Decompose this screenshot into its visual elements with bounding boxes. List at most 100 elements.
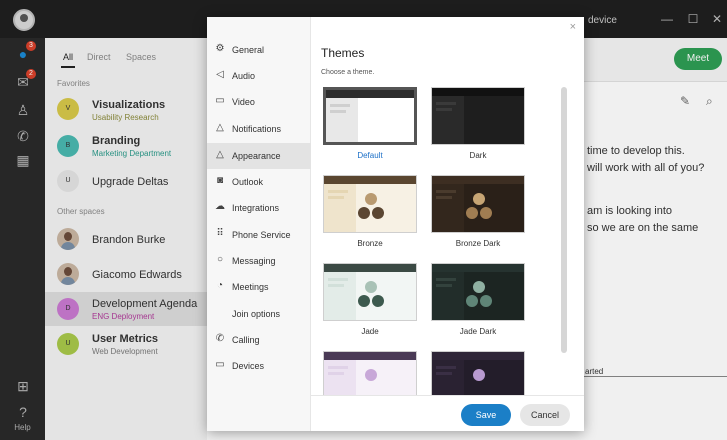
settings-nav-label: General <box>232 45 265 55</box>
thumbnail-line <box>436 278 456 281</box>
settings-nav-item-meetings[interactable]: ◔ Meetings <box>207 274 311 300</box>
thumbnail-line <box>328 372 344 375</box>
settings-nav-item-audio[interactable]: ◁ Audio <box>207 63 311 89</box>
settings-nav-item-messaging[interactable]: ○ Messaging <box>207 248 311 274</box>
theme-thumbnail <box>323 175 417 233</box>
theme-swatch <box>463 191 495 221</box>
theme-thumbnail <box>431 175 525 233</box>
close-icon[interactable]: × <box>570 21 576 33</box>
settings-nav-label: Meetings <box>232 282 269 292</box>
speaker-icon: ◁ <box>216 69 224 80</box>
thumbnail-header <box>324 176 416 184</box>
theme-option-jade[interactable]: Jade <box>323 263 417 336</box>
theme-label: Bronze Dark <box>455 239 501 248</box>
settings-nav-item-phone-service[interactable]: ⠿ Phone Service <box>207 222 311 248</box>
settings-nav-item-appearance[interactable]: △ Appearance <box>207 143 311 169</box>
thumbnail-line <box>436 102 456 105</box>
theme-swatch <box>463 279 495 309</box>
settings-nav-label: Phone Service <box>232 230 291 240</box>
settings-nav-label: Join options <box>232 309 281 319</box>
theme-thumbnail <box>431 263 525 321</box>
theme-swatch <box>355 367 387 395</box>
settings-nav-item-join-options[interactable]: Join options <box>207 301 311 327</box>
thumbnail-header <box>432 264 524 272</box>
theme-thumbnail <box>323 351 417 395</box>
theme-thumbnail <box>431 351 525 395</box>
settings-nav-label: Notifications <box>232 124 282 134</box>
theme-thumbnail <box>323 263 417 321</box>
thumbnail-line <box>328 196 344 199</box>
settings-nav-label: Calling <box>232 335 260 345</box>
devices-icon: ▭ <box>215 359 225 370</box>
thumbnail-line <box>436 372 452 375</box>
cancel-button[interactable]: Cancel <box>520 404 570 426</box>
theme-label: Jade Dark <box>459 327 497 336</box>
theme-option-bronze[interactable]: Bronze <box>323 175 417 248</box>
thumbnail-line <box>436 190 456 193</box>
thumbnail-line <box>328 284 344 287</box>
theme-label: Jade <box>361 327 379 336</box>
settings-nav-item-outlook[interactable]: ◙ Outlook <box>207 169 311 195</box>
theme-option-dark[interactable]: Dark <box>431 87 525 160</box>
thumbnail-header <box>324 352 416 360</box>
settings-nav: ⚙ General ◁ Audio ▭ Video △ Notifications △ Appea… <box>207 17 311 431</box>
themes-grid: Default Dark Bronze Bronze Dark Jade Jade Dar… <box>311 83 584 395</box>
thumbnail-header <box>324 264 416 272</box>
theme-option-unnamed-7[interactable] <box>431 351 525 395</box>
bell-icon: △ <box>216 122 224 133</box>
settings-nav-item-notifications[interactable]: △ Notifications <box>207 116 311 142</box>
settings-nav-label: Appearance <box>232 151 281 161</box>
thumbnail-line <box>330 104 350 107</box>
themes-scrollbar[interactable] <box>561 87 567 353</box>
settings-nav-label: Outlook <box>232 177 264 187</box>
theme-label: Default <box>357 151 383 160</box>
save-button[interactable]: Save <box>461 404 511 426</box>
theme-swatch <box>355 279 387 309</box>
thumbnail-line <box>436 196 452 199</box>
settings-nav-item-integrations[interactable]: ☁ Integrations <box>207 195 311 221</box>
thumbnail-line <box>328 278 348 281</box>
thumbnail-header <box>432 176 524 184</box>
theme-label: Dark <box>469 151 487 160</box>
settings-nav-label: Devices <box>232 361 265 371</box>
message-icon: ○ <box>216 254 224 265</box>
theme-swatch <box>463 367 495 395</box>
settings-nav-item-calling[interactable]: ✆ Calling <box>207 327 311 353</box>
themes-subtitle: Choose a theme. <box>321 69 375 76</box>
settings-nav-label: Audio <box>232 71 256 81</box>
settings-nav-label: Integrations <box>232 203 280 213</box>
keypad-icon: ⠿ <box>216 228 224 239</box>
thumbnail-line <box>436 366 456 369</box>
settings-dialog: ⚙ General ◁ Audio ▭ Video △ Notifications △ Appea… <box>207 17 584 431</box>
theme-option-default[interactable]: Default <box>323 87 417 160</box>
cloud-icon: ☁ <box>215 201 225 212</box>
themes-title: Themes <box>321 46 365 60</box>
settings-nav-label: Video <box>232 97 255 107</box>
phone-icon: ✆ <box>215 333 225 344</box>
gear-icon: ⚙ <box>215 43 225 54</box>
thumbnail-line <box>436 284 452 287</box>
meetings-icon: ◔ <box>216 280 224 291</box>
theme-label: Bronze <box>357 239 383 248</box>
thumbnail-line <box>436 108 452 111</box>
settings-nav-item-devices[interactable]: ▭ Devices <box>207 353 311 379</box>
themes-panel: × Themes Choose a theme. Default Dark Bron… <box>311 17 584 431</box>
theme-swatch <box>355 191 387 221</box>
thumbnail-header <box>432 352 524 360</box>
outlook-icon: ◙ <box>216 175 224 186</box>
thumbnail-line <box>328 190 348 193</box>
theme-option-bronze-dark[interactable]: Bronze Dark <box>431 175 525 248</box>
settings-nav-item-video[interactable]: ▭ Video <box>207 89 311 115</box>
settings-nav-label: Messaging <box>232 256 276 266</box>
dialog-footer: Save Cancel <box>311 395 584 431</box>
theme-thumbnail <box>323 87 417 145</box>
thumbnail-line <box>328 366 348 369</box>
thumbnail-line <box>330 110 346 113</box>
theme-option-jade-dark[interactable]: Jade Dark <box>431 263 525 336</box>
theme-thumbnail <box>431 87 525 145</box>
theme-option-unnamed-6[interactable] <box>323 351 417 395</box>
appearance-icon: △ <box>216 149 224 160</box>
settings-nav-item-general[interactable]: ⚙ General <box>207 37 311 63</box>
video-icon: ▭ <box>215 95 225 106</box>
thumbnail-header <box>326 90 414 98</box>
